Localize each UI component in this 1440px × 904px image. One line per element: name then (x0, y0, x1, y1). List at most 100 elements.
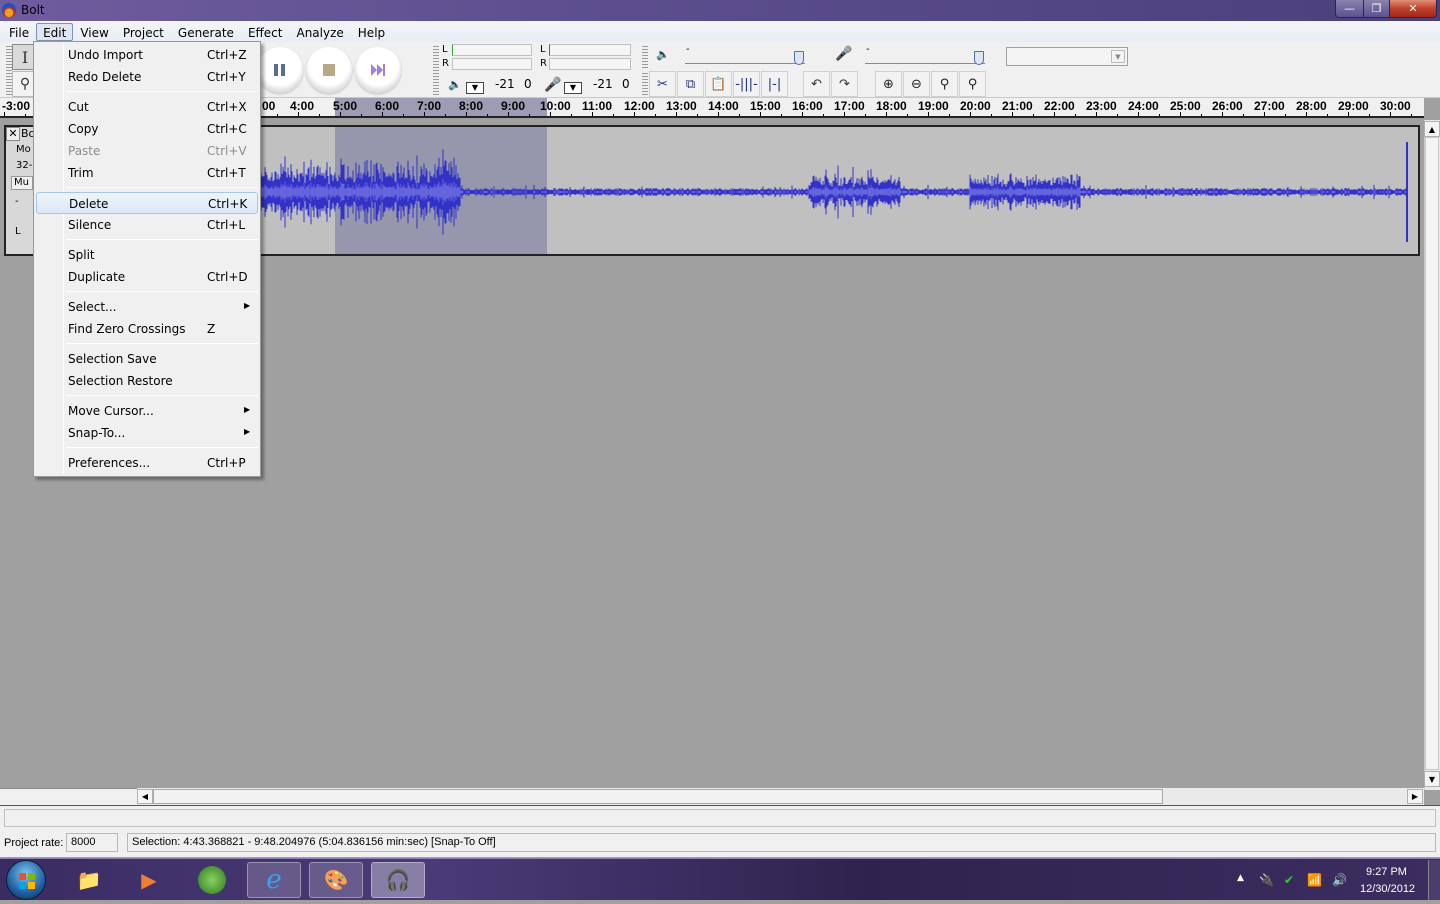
track-mute-button[interactable]: Mu (11, 176, 33, 190)
zoom-in-button[interactable]: ⊕ (875, 71, 902, 97)
close-button[interactable]: ✕ (1389, 0, 1437, 18)
menu-item-find-zero-crossings[interactable]: Find Zero Crossings Z (36, 318, 258, 340)
minimize-button[interactable]: — (1335, 0, 1364, 18)
menu-item-cut[interactable]: Cut Ctrl+X (36, 96, 258, 118)
menu-item-selection-save[interactable]: Selection Save (36, 348, 258, 370)
ruler-tick (340, 112, 341, 116)
menu-item-trim[interactable]: Trim Ctrl+T (36, 162, 258, 184)
stop-button[interactable] (306, 47, 352, 93)
scroll-left-button[interactable]: ◀ (137, 789, 153, 804)
fit-project-button[interactable]: ⚲ (959, 71, 986, 97)
track-gain-slider[interactable]: - (15, 196, 19, 207)
record-meter-menu-button[interactable]: ▼ (564, 82, 582, 94)
menu-item-preferences[interactable]: Preferences... Ctrl+P (36, 452, 258, 474)
taskbar-audacity[interactable]: 🎧 (371, 862, 425, 898)
menu-item-silence[interactable]: Silence Ctrl+L (36, 214, 258, 236)
clock-date[interactable]: 12/30/2012 (1360, 883, 1415, 895)
power-icon[interactable]: 🔌 (1259, 873, 1274, 887)
menu-item-selection-restore[interactable]: Selection Restore (36, 370, 258, 392)
ruler-tick (1096, 112, 1097, 116)
undo-button[interactable]: ↶ (803, 71, 830, 97)
mixer-toolbar-grip[interactable] (642, 44, 648, 68)
menu-item-select[interactable]: Select... ▶ (36, 296, 258, 318)
playback-meter-right[interactable] (452, 58, 532, 70)
playback-meter-menu-button[interactable]: ▼ (466, 82, 484, 94)
menu-edit[interactable]: Edit (36, 22, 74, 41)
paste-button[interactable]: 📋 (705, 71, 732, 97)
menu-item-paste[interactable]: Paste Ctrl+V (36, 140, 258, 162)
taskbar-internet-explorer[interactable]: e (247, 862, 301, 898)
menu-item-move-cursor[interactable]: Move Cursor... ▶ (36, 400, 258, 422)
track-pan-slider[interactable]: L (15, 226, 21, 237)
output-volume-slider[interactable] (685, 63, 805, 64)
ruler-label: 22:00 (1044, 99, 1075, 113)
project-rate-field[interactable]: 8000 (66, 833, 118, 852)
pause-button[interactable] (257, 47, 303, 93)
show-desktop-button[interactable] (1428, 860, 1440, 900)
menu-item-shortcut: Ctrl+V (207, 144, 247, 158)
edit-toolbar-grip[interactable] (642, 71, 648, 95)
menu-item-snap-to[interactable]: Snap-To... ▶ (36, 422, 258, 444)
start-button[interactable] (6, 860, 46, 900)
copy-button[interactable]: ⧉ (677, 71, 704, 97)
trim-outside-button[interactable]: ✂ (649, 71, 676, 97)
internet-explorer-icon: e (266, 865, 282, 895)
vertical-scroll-thumb[interactable] (1425, 137, 1439, 770)
skip-to-end-button[interactable] (355, 47, 401, 93)
title-bar[interactable] (0, 0, 1440, 21)
fit-selection-button[interactable]: ⚲ (931, 71, 958, 97)
input-volume-thumb[interactable] (974, 51, 984, 65)
menu-help[interactable]: Help (351, 23, 392, 41)
ruler-label: 29:00 (1338, 99, 1369, 113)
horizontal-scroll-thumb[interactable] (153, 789, 1163, 804)
record-meter-right[interactable] (549, 58, 631, 70)
input-volume-slider[interactable] (865, 63, 985, 64)
playback-meter-left[interactable] (452, 44, 532, 56)
scroll-up-button[interactable]: ▲ (1424, 121, 1440, 137)
menu-analyze[interactable]: Analyze (289, 23, 350, 41)
clock-time[interactable]: 9:27 PM (1366, 866, 1407, 878)
ruler-tick (1285, 114, 1286, 116)
menu-view[interactable]: View (73, 23, 115, 41)
ruler-tick (592, 112, 593, 116)
trim-button[interactable]: -|||- (733, 71, 760, 97)
scroll-right-button[interactable]: ▶ (1407, 789, 1423, 804)
menu-item-redo-delete[interactable]: Redo Delete Ctrl+Y (36, 66, 258, 88)
app-icon (2, 3, 16, 17)
menu-project[interactable]: Project (116, 23, 171, 41)
menu-item-duplicate[interactable]: Duplicate Ctrl+D (36, 266, 258, 288)
silence-button[interactable]: |-| (761, 71, 788, 97)
ruler-tick (361, 114, 362, 116)
fit-selection-icon: ⚲ (939, 76, 950, 92)
speaker-icon: 🔈 (448, 78, 462, 91)
redo-button[interactable]: ↷ (831, 71, 858, 97)
submenu-arrow-icon: ▶ (244, 301, 251, 310)
output-volume-thumb[interactable] (794, 51, 804, 65)
menu-item-copy[interactable]: Copy Ctrl+C (36, 118, 258, 140)
zoom-out-icon: ⊖ (911, 76, 922, 92)
menu-item-delete[interactable]: Delete Ctrl+K (36, 192, 258, 214)
menu-item-split[interactable]: Split (36, 244, 258, 266)
input-source-select[interactable]: ▼ (1006, 47, 1128, 66)
record-meter-left[interactable] (549, 44, 631, 56)
menu-effect[interactable]: Effect (241, 23, 290, 41)
menu-item-undo-import[interactable]: Undo Import Ctrl+Z (36, 44, 258, 66)
network-signal-icon[interactable]: 📶 (1307, 873, 1322, 887)
taskbar-paint[interactable]: 🎨 (309, 862, 363, 898)
volume-icon[interactable]: 🔊 (1332, 873, 1347, 887)
show-hidden-icons-button[interactable]: ▲ (1237, 873, 1244, 883)
taskbar-media-center[interactable] (185, 862, 239, 898)
usb-safe-remove-icon[interactable]: ✔ (1284, 873, 1294, 887)
maximize-button[interactable]: ❐ (1363, 0, 1390, 18)
zoom-out-button[interactable]: ⊖ (903, 71, 930, 97)
scroll-down-button[interactable]: ▼ (1424, 771, 1440, 787)
taskbar-explorer[interactable]: 📁 (62, 862, 116, 898)
taskbar-media-player[interactable]: ▶ (122, 862, 176, 898)
output-slider-min: - (686, 44, 690, 55)
ruler-label: 30:00 (1380, 99, 1411, 113)
meter-toolbar-grip[interactable] (433, 44, 439, 96)
menu-file[interactable]: File (2, 23, 36, 41)
track-close-button[interactable]: ✕ (6, 127, 20, 141)
paint-palette-icon: 🎨 (323, 868, 349, 892)
menu-generate[interactable]: Generate (171, 23, 241, 41)
